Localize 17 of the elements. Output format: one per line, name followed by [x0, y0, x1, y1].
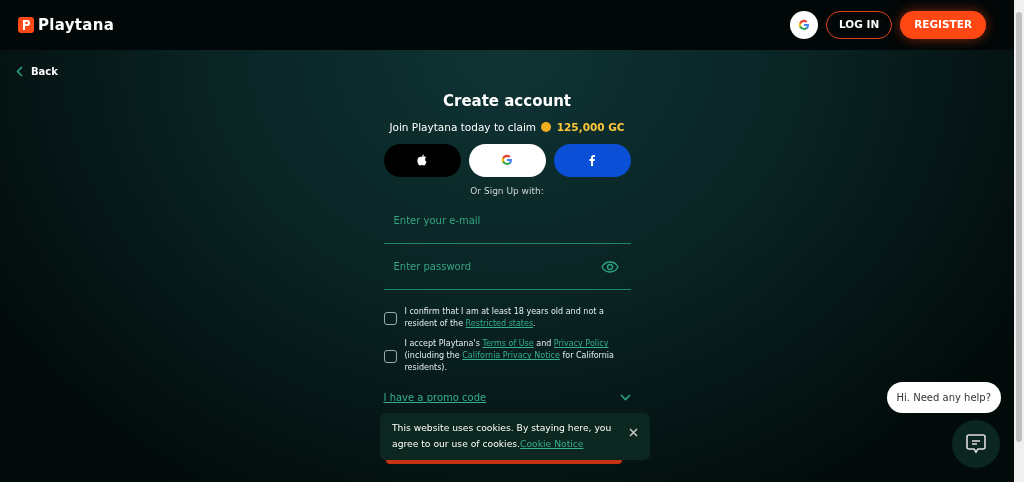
- policy-link[interactable]: Privacy Policy: [553, 339, 609, 349]
- consent-text: I confirm that I am at least 18 years old and not a resident of the Restricted states.: [404, 306, 605, 331]
- policy-link[interactable]: California Privacy Notice: [462, 351, 560, 361]
- form-title: Create account: [442, 92, 572, 110]
- consent-text: I accept Playtana's Terms of Use and Privacy Policy (including the California Privacy Notice for California residents).: [404, 338, 615, 375]
- back-link[interactable]: Back: [16, 64, 58, 79]
- policy-link[interactable]: Terms of Use: [482, 339, 534, 349]
- email-field[interactable]: Enter your e-mail: [383, 198, 631, 245]
- subtitle-text: Join Playtana today to claim 125,000 GC: [388, 120, 626, 135]
- register-button[interactable]: REGISTER: [900, 11, 986, 39]
- chat-bubble: Hi. Need any help?: [886, 382, 1001, 413]
- password-field[interactable]: Enter password: [383, 244, 631, 291]
- cookie-text: This website uses cookies. By staying here, you agree to our use of cookies.Cookie Notice: [392, 421, 613, 451]
- cookie-notice-link[interactable]: Cookie Notice: [520, 438, 584, 449]
- divider-text: Or Sign Up with:: [469, 184, 545, 198]
- promo-code-link[interactable]: I have a promo code: [383, 390, 487, 406]
- logo-text: Playtana: [38, 14, 115, 36]
